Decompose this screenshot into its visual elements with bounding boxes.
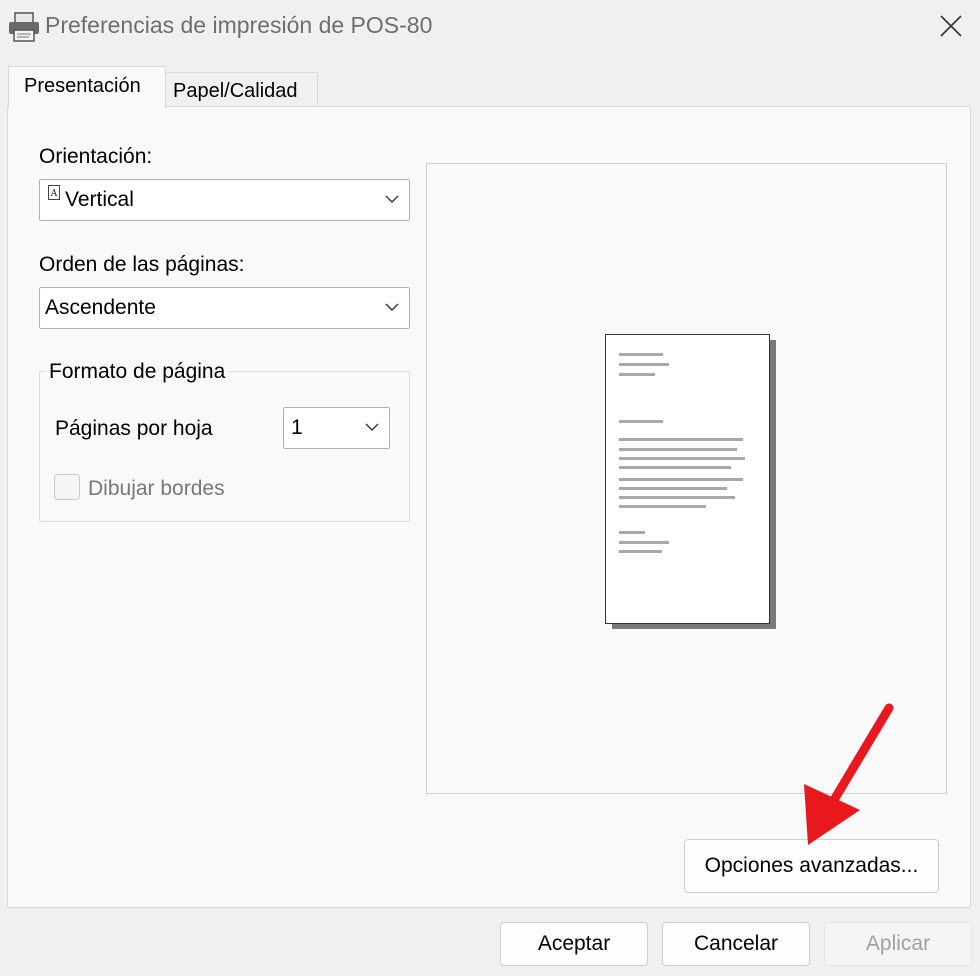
pages-per-sheet-select[interactable]: 1 [283, 407, 390, 449]
tab-presentacion[interactable]: Presentación [8, 66, 166, 108]
chevron-down-icon [365, 423, 379, 431]
page-order-value: Ascendente [45, 296, 156, 319]
orientation-label: Orientación: [39, 145, 153, 168]
preview-page [605, 334, 770, 624]
chevron-down-icon [385, 195, 399, 203]
draw-borders-checkbox[interactable] [54, 474, 80, 500]
draw-borders-label: Dibujar bordes [88, 477, 225, 500]
close-icon [940, 15, 962, 37]
portrait-page-icon: A [48, 185, 60, 200]
page-order-label: Orden de las páginas: [39, 253, 245, 276]
pages-per-sheet-value: 1 [291, 416, 303, 439]
apply-button[interactable]: Aplicar [824, 922, 972, 966]
printer-icon [9, 12, 39, 42]
orientation-value: Vertical [65, 188, 134, 211]
page-format-legend: Formato de página [46, 360, 229, 384]
pages-per-sheet-label: Páginas por hoja [55, 417, 213, 440]
chevron-down-icon [385, 303, 399, 311]
orientation-select[interactable]: A Vertical [39, 179, 410, 221]
svg-text:A: A [50, 189, 58, 199]
title-bar: Preferencias de impresión de POS-80 [0, 0, 980, 54]
close-button[interactable] [928, 6, 974, 46]
tab-papel-calidad[interactable]: Papel/Calidad [166, 72, 318, 108]
window-title: Preferencias de impresión de POS-80 [45, 12, 433, 38]
page-order-select[interactable]: Ascendente [39, 287, 410, 329]
annotation-arrow-icon [804, 703, 894, 845]
cancel-button[interactable]: Cancelar [662, 922, 810, 966]
ok-button[interactable]: Aceptar [500, 922, 648, 966]
